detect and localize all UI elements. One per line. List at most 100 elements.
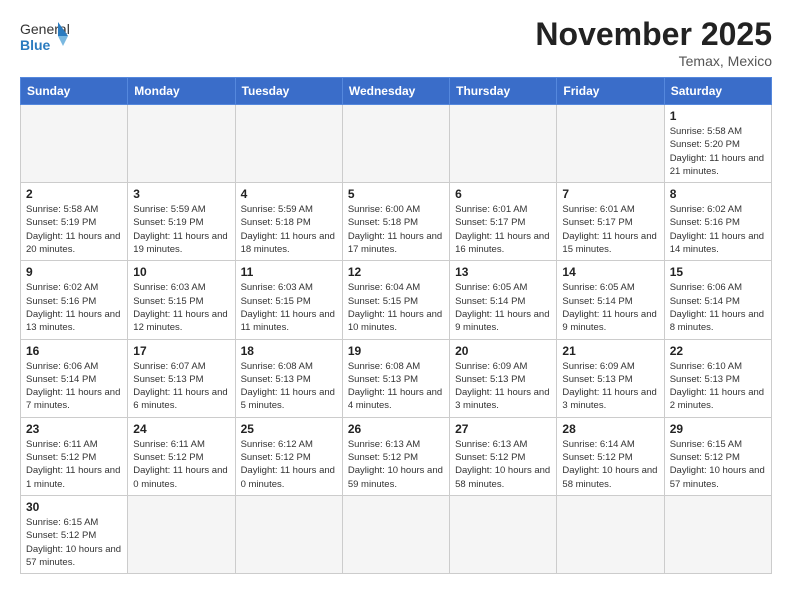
day-info: Sunrise: 6:11 AM Sunset: 5:12 PM Dayligh…	[26, 438, 122, 491]
day-number: 26	[348, 422, 444, 436]
calendar-cell: 17 Sunrise: 6:07 AM Sunset: 5:13 PM Dayli…	[128, 339, 235, 417]
day-info: Sunrise: 6:07 AM Sunset: 5:13 PM Dayligh…	[133, 360, 229, 413]
day-info: Sunrise: 6:02 AM Sunset: 5:16 PM Dayligh…	[26, 281, 122, 334]
calendar-cell: 30 Sunrise: 6:15 AM Sunset: 5:12 PM Dayli…	[21, 495, 128, 573]
day-info: Sunrise: 6:10 AM Sunset: 5:13 PM Dayligh…	[670, 360, 766, 413]
col-header-thursday: Thursday	[450, 78, 557, 105]
calendar-cell: 10 Sunrise: 6:03 AM Sunset: 5:15 PM Dayli…	[128, 261, 235, 339]
day-number: 29	[670, 422, 766, 436]
col-header-wednesday: Wednesday	[342, 78, 449, 105]
day-info: Sunrise: 6:02 AM Sunset: 5:16 PM Dayligh…	[670, 203, 766, 256]
day-number: 23	[26, 422, 122, 436]
day-info: Sunrise: 6:09 AM Sunset: 5:13 PM Dayligh…	[562, 360, 658, 413]
svg-text:Blue: Blue	[20, 37, 51, 53]
col-header-sunday: Sunday	[21, 78, 128, 105]
calendar-cell	[128, 495, 235, 573]
calendar-cell: 12 Sunrise: 6:04 AM Sunset: 5:15 PM Dayli…	[342, 261, 449, 339]
day-number: 3	[133, 187, 229, 201]
day-info: Sunrise: 6:01 AM Sunset: 5:17 PM Dayligh…	[562, 203, 658, 256]
calendar-cell: 19 Sunrise: 6:08 AM Sunset: 5:13 PM Dayli…	[342, 339, 449, 417]
day-number: 19	[348, 344, 444, 358]
page: GeneralBlue November 2025 Temax, Mexico …	[0, 0, 792, 594]
calendar-cell: 2 Sunrise: 5:58 AM Sunset: 5:19 PM Daylig…	[21, 183, 128, 261]
day-number: 4	[241, 187, 337, 201]
calendar-cell: 15 Sunrise: 6:06 AM Sunset: 5:14 PM Dayli…	[664, 261, 771, 339]
day-info: Sunrise: 6:03 AM Sunset: 5:15 PM Dayligh…	[241, 281, 337, 334]
location: Temax, Mexico	[535, 53, 772, 69]
title-block: November 2025 Temax, Mexico	[535, 16, 772, 69]
day-number: 24	[133, 422, 229, 436]
day-number: 8	[670, 187, 766, 201]
calendar-cell: 26Sunrise: 6:13 AM Sunset: 5:12 PM Dayli…	[342, 417, 449, 495]
day-number: 10	[133, 265, 229, 279]
calendar-cell: 18Sunrise: 6:08 AM Sunset: 5:13 PM Dayli…	[235, 339, 342, 417]
day-info: Sunrise: 6:14 AM Sunset: 5:12 PM Dayligh…	[562, 438, 658, 491]
day-info: Sunrise: 6:09 AM Sunset: 5:13 PM Dayligh…	[455, 360, 551, 413]
calendar-cell: 28 Sunrise: 6:14 AM Sunset: 5:12 PM Dayli…	[557, 417, 664, 495]
calendar-cell: 29Sunrise: 6:15 AM Sunset: 5:12 PM Dayli…	[664, 417, 771, 495]
calendar-cell	[128, 105, 235, 183]
calendar-cell: 27Sunrise: 6:13 AM Sunset: 5:12 PM Dayli…	[450, 417, 557, 495]
calendar-cell	[664, 495, 771, 573]
day-info: Sunrise: 6:08 AM Sunset: 5:13 PM Dayligh…	[241, 360, 337, 413]
day-info: Sunrise: 6:06 AM Sunset: 5:14 PM Dayligh…	[26, 360, 122, 413]
day-info: Sunrise: 6:05 AM Sunset: 5:14 PM Dayligh…	[455, 281, 551, 334]
calendar-cell: 1 Sunrise: 5:58 AM Sunset: 5:20 PM Daylig…	[664, 105, 771, 183]
logo: GeneralBlue	[20, 16, 70, 60]
calendar-cell: 25 Sunrise: 6:12 AM Sunset: 5:12 PM Dayli…	[235, 417, 342, 495]
day-info: Sunrise: 6:05 AM Sunset: 5:14 PM Dayligh…	[562, 281, 658, 334]
day-info: Sunrise: 6:12 AM Sunset: 5:12 PM Dayligh…	[241, 438, 337, 491]
calendar-cell: 5Sunrise: 6:00 AM Sunset: 5:18 PM Daylig…	[342, 183, 449, 261]
header: GeneralBlue November 2025 Temax, Mexico	[20, 16, 772, 69]
calendar-cell: 16 Sunrise: 6:06 AM Sunset: 5:14 PM Dayli…	[21, 339, 128, 417]
calendar-cell	[21, 105, 128, 183]
day-number: 13	[455, 265, 551, 279]
calendar-cell: 3 Sunrise: 5:59 AM Sunset: 5:19 PM Daylig…	[128, 183, 235, 261]
day-info: Sunrise: 6:13 AM Sunset: 5:12 PM Dayligh…	[455, 438, 551, 491]
day-info: Sunrise: 6:04 AM Sunset: 5:15 PM Dayligh…	[348, 281, 444, 334]
day-info: Sunrise: 6:06 AM Sunset: 5:14 PM Dayligh…	[670, 281, 766, 334]
day-number: 12	[348, 265, 444, 279]
day-info: Sunrise: 6:03 AM Sunset: 5:15 PM Dayligh…	[133, 281, 229, 334]
calendar-cell	[342, 495, 449, 573]
day-number: 15	[670, 265, 766, 279]
calendar-cell	[450, 105, 557, 183]
calendar-cell: 9 Sunrise: 6:02 AM Sunset: 5:16 PM Daylig…	[21, 261, 128, 339]
calendar-cell: 8 Sunrise: 6:02 AM Sunset: 5:16 PM Daylig…	[664, 183, 771, 261]
day-info: Sunrise: 5:58 AM Sunset: 5:19 PM Dayligh…	[26, 203, 122, 256]
col-header-tuesday: Tuesday	[235, 78, 342, 105]
day-info: Sunrise: 6:01 AM Sunset: 5:17 PM Dayligh…	[455, 203, 551, 256]
month-title: November 2025	[535, 16, 772, 53]
day-number: 16	[26, 344, 122, 358]
calendar-cell: 20Sunrise: 6:09 AM Sunset: 5:13 PM Dayli…	[450, 339, 557, 417]
day-number: 17	[133, 344, 229, 358]
calendar-cell: 23 Sunrise: 6:11 AM Sunset: 5:12 PM Dayli…	[21, 417, 128, 495]
calendar-header-row: SundayMondayTuesdayWednesdayThursdayFrid…	[21, 78, 772, 105]
day-info: Sunrise: 5:59 AM Sunset: 5:18 PM Dayligh…	[241, 203, 337, 256]
day-number: 25	[241, 422, 337, 436]
day-info: Sunrise: 6:08 AM Sunset: 5:13 PM Dayligh…	[348, 360, 444, 413]
day-number: 9	[26, 265, 122, 279]
calendar-cell: 13 Sunrise: 6:05 AM Sunset: 5:14 PM Dayli…	[450, 261, 557, 339]
day-number: 28	[562, 422, 658, 436]
calendar-cell	[557, 495, 664, 573]
day-number: 1	[670, 109, 766, 123]
day-number: 30	[26, 500, 122, 514]
day-info: Sunrise: 5:59 AM Sunset: 5:19 PM Dayligh…	[133, 203, 229, 256]
day-number: 2	[26, 187, 122, 201]
day-number: 11	[241, 265, 337, 279]
logo-svg: GeneralBlue	[20, 16, 70, 60]
day-info: Sunrise: 6:15 AM Sunset: 5:12 PM Dayligh…	[26, 516, 122, 569]
col-header-friday: Friday	[557, 78, 664, 105]
calendar-cell: 11 Sunrise: 6:03 AM Sunset: 5:15 PM Dayli…	[235, 261, 342, 339]
calendar-cell: 14Sunrise: 6:05 AM Sunset: 5:14 PM Dayli…	[557, 261, 664, 339]
col-header-saturday: Saturday	[664, 78, 771, 105]
calendar-cell: 6Sunrise: 6:01 AM Sunset: 5:17 PM Daylig…	[450, 183, 557, 261]
day-number: 21	[562, 344, 658, 358]
calendar-cell: 24Sunrise: 6:11 AM Sunset: 5:12 PM Dayli…	[128, 417, 235, 495]
day-info: Sunrise: 5:58 AM Sunset: 5:20 PM Dayligh…	[670, 125, 766, 178]
day-info: Sunrise: 6:00 AM Sunset: 5:18 PM Dayligh…	[348, 203, 444, 256]
day-number: 7	[562, 187, 658, 201]
col-header-monday: Monday	[128, 78, 235, 105]
calendar-cell	[557, 105, 664, 183]
